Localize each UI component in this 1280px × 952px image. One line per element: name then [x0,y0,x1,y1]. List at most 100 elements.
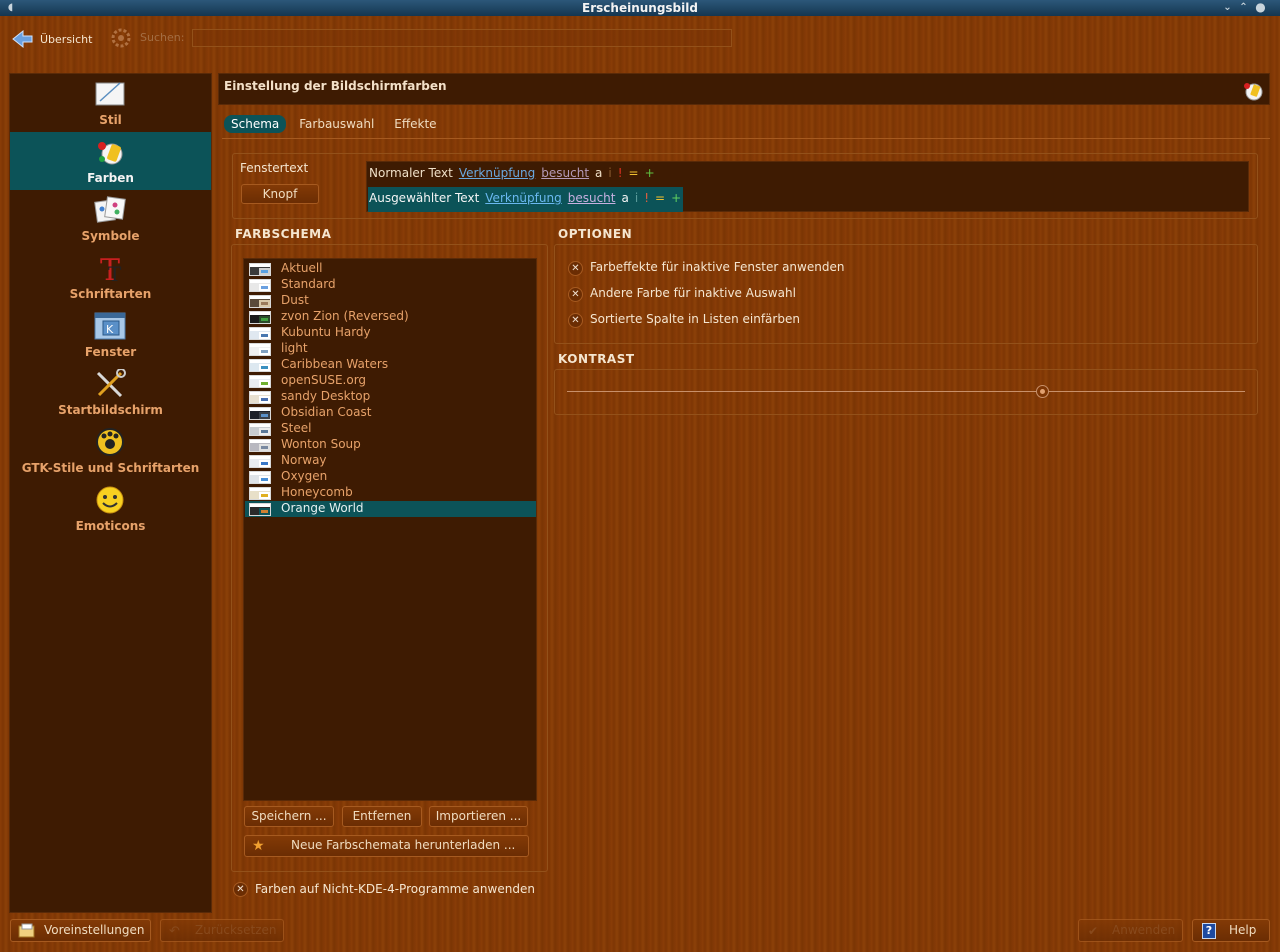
apply-check-icon: ✔ [1088,924,1099,938]
scheme-label: Aktuell [281,261,323,275]
scheme-list-item[interactable]: Dust [245,293,536,309]
help-button[interactable]: ? Help [1192,919,1270,942]
scheme-list-item[interactable]: zvon Zion (Reversed) [245,309,536,325]
save-scheme-button[interactable]: Speichern ... [244,806,334,827]
scheme-preview-thumbnail [249,295,271,308]
download-schemes-button[interactable]: ★ Neue Farbschemata herunterladen ... [244,835,529,857]
selected-link[interactable]: Verknüpfung [485,191,561,205]
reset-button[interactable]: ↶ Zurücksetzen [160,919,284,942]
scheme-preview-thumbnail [249,279,271,292]
normal-visited-link[interactable]: besucht [541,166,589,180]
scheme-label: Steel [281,421,312,435]
option-checkbox-1[interactable]: ✕ [568,261,583,276]
search-input[interactable] [192,29,732,47]
remove-scheme-button[interactable]: Entfernen [342,806,422,827]
scheme-preview-thumbnail [249,327,271,340]
sidebar-item-label: Schriftarten [69,287,152,301]
scheme-list-item[interactable]: Steel [245,421,536,437]
window-titlebar: ◖ Erscheinungsbild ⌄ ⌃ ● [0,0,1280,16]
scheme-list-item[interactable]: Honeycomb [245,485,536,501]
normal-inactive: i [608,166,612,180]
contrast-slider-handle[interactable] [1035,385,1049,398]
scheme-preview-thumbnail [249,263,271,276]
scheme-list-item[interactable]: openSUSE.org [245,373,536,389]
svg-text:K: K [106,323,114,336]
option-checkbox-3[interactable]: ✕ [568,313,583,328]
scheme-list-item[interactable]: Oxygen [245,469,536,485]
tab-bar: Schema Farbauswahl Effekte [224,115,444,133]
scheme-list-item[interactable]: Orange World [245,501,536,517]
scheme-preview-thumbnail [249,359,271,372]
scheme-list-item[interactable]: Obsidian Coast [245,405,536,421]
sidebar-item-farben[interactable]: Farben [10,132,211,190]
scheme-list-item[interactable]: light [245,341,536,357]
sidebar-item-gtk[interactable]: GTK-Stile und Schriftarten [10,422,211,480]
scheme-preview-thumbnail [249,407,271,420]
selected-visited-link[interactable]: besucht [568,191,616,205]
window-menu-icon[interactable]: ◖ [5,2,16,13]
scheme-preview-thumbnail [249,487,271,500]
scheme-preview-thumbnail [249,391,271,404]
splash-tools-icon [96,369,126,398]
sidebar-item-stil[interactable]: Stil [10,74,211,132]
normal-negative: ! [617,166,623,180]
normal-link[interactable]: Verknüpfung [459,166,535,180]
scheme-list-item[interactable]: Norway [245,453,536,469]
normal-neutral: = [628,166,639,180]
tab-farbauswahl[interactable]: Farbauswahl [292,115,381,133]
scheme-preview-thumbnail [249,311,271,324]
selected-negative: ! [644,191,649,205]
scheme-list-item[interactable]: Kubuntu Hardy [245,325,536,341]
scheme-list-item[interactable]: Wonton Soup [245,437,536,453]
colors-header-icon [1244,83,1263,101]
undo-icon: ↶ [169,924,180,939]
sidebar-item-label: Startbildschirm [58,403,163,417]
option-label-3: Sortierte Spalte in Listen einfärben [590,312,800,326]
scheme-preview-thumbnail [249,471,271,484]
contrast-panel [554,369,1258,415]
minimize-icon[interactable]: ⌄ [1222,2,1233,13]
scheme-list[interactable]: Aktuell Standard Dust zvon Zion (Reversed) K… [243,258,537,801]
close-icon[interactable]: ● [1255,1,1266,13]
scheme-list-item[interactable]: sandy Desktop [245,389,536,405]
sidebar-item-label: Farben [87,171,134,185]
defaults-button[interactable]: Voreinstellungen [10,919,151,942]
window-title: Erscheinungsbild [582,1,698,15]
sidebar-item-label: Fenster [84,345,137,359]
style-icon [95,82,125,106]
option-checkbox-2[interactable]: ✕ [568,287,583,302]
scheme-label: Oxygen [281,469,328,483]
page-title: Einstellung der Bildschirmfarben [224,79,447,93]
sidebar-item-label: Stil [99,113,122,127]
sidebar-item-startbildschirm[interactable]: Startbildschirm [10,364,211,422]
scheme-list-item[interactable]: Standard [245,277,536,293]
defaults-label: Voreinstellungen [44,923,145,937]
back-overview-button[interactable]: Übersicht [12,28,92,50]
preview-box: Normaler Text Verknüpfung besucht a i! = + Aus… [366,161,1249,212]
help-label: Help [1229,923,1257,937]
selected-positive: + [671,191,682,205]
scheme-preview-thumbnail [249,343,271,356]
scheme-label: Wonton Soup [281,437,361,451]
sidebar-item-schriftarten[interactable]: TT Schriftarten [10,248,211,306]
import-scheme-button[interactable]: Importieren ... [429,806,528,827]
maximize-icon[interactable]: ⌃ [1238,2,1249,13]
contrast-slider-track[interactable] [567,391,1245,392]
window-text-label: Fenstertext [240,161,309,175]
svg-text:T: T [108,262,122,283]
apply-button[interactable]: ✔ Anwenden [1078,919,1183,942]
tab-schema[interactable]: Schema [224,115,287,133]
apply-label: Anwenden [1112,923,1176,937]
scheme-list-item[interactable]: Aktuell [245,261,536,277]
tab-effekte[interactable]: Effekte [387,115,443,133]
scheme-label: Kubuntu Hardy [281,325,371,339]
scheme-list-item[interactable]: Caribbean Waters [245,357,536,373]
sidebar: Stil Farben Symbole TT Schriftarten K Fe… [9,73,212,913]
preview-button[interactable]: Knopf [241,184,319,204]
sidebar-item-fenster[interactable]: K Fenster [10,306,211,364]
preview-selected-row: Ausgewählter Text Verknüpfung besucht a i! = + [368,187,684,212]
scheme-label: zvon Zion (Reversed) [281,309,409,323]
apply-non-kde-checkbox[interactable]: ✕ [233,882,248,897]
sidebar-item-emoticons[interactable]: Emoticons [10,480,211,538]
sidebar-item-symbole[interactable]: Symbole [10,190,211,248]
